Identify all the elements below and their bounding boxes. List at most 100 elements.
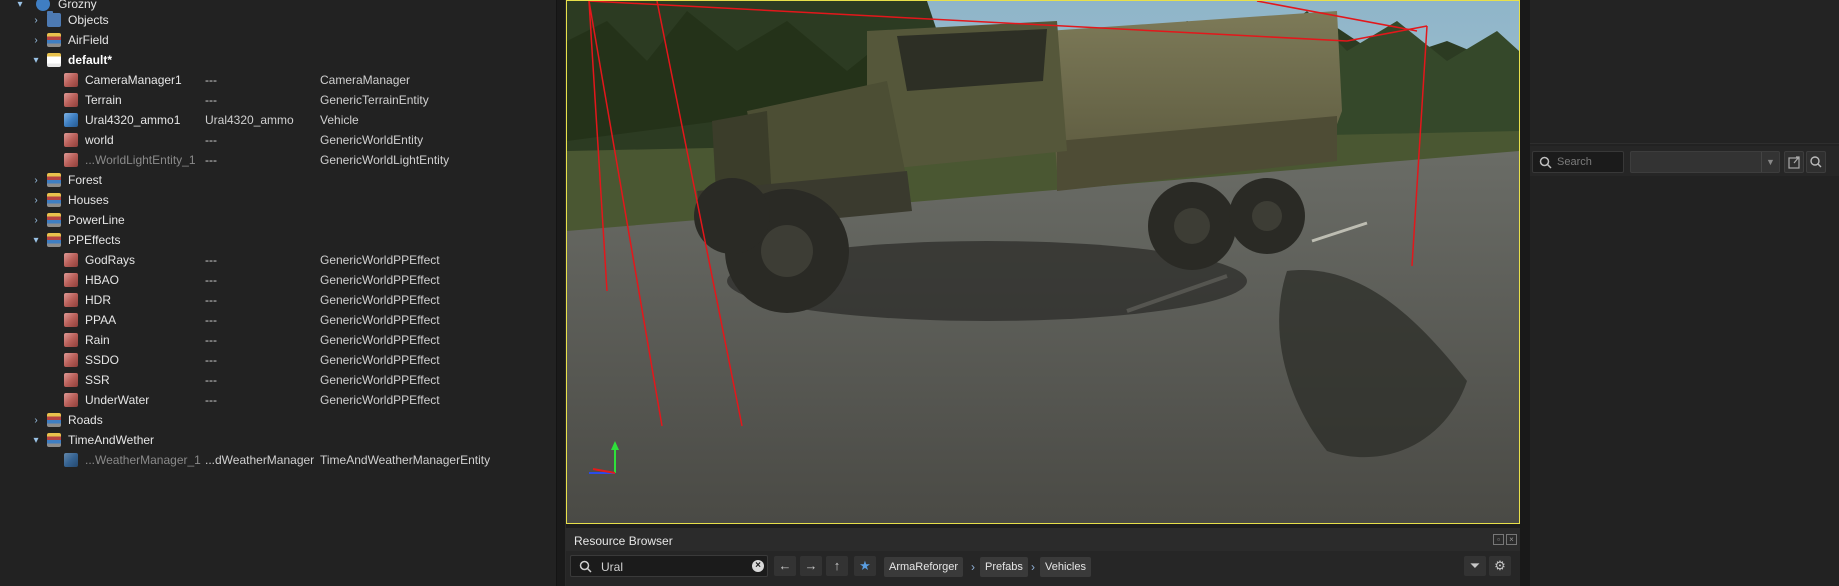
breadcrumb-item[interactable]: ArmaReforger <box>884 557 964 577</box>
entity-prefab: --- <box>205 253 217 267</box>
viewport-render <box>567 1 1519 523</box>
panel-splitter[interactable] <box>1520 0 1530 586</box>
chevron-down-icon[interactable]: ▾ <box>30 234 42 246</box>
entity-prefab: --- <box>205 273 217 287</box>
tree-row-timeandwether[interactable]: ▾ TimeAndWether <box>0 430 556 450</box>
breadcrumb-item[interactable]: Vehicles <box>1040 557 1091 577</box>
resource-search-input[interactable]: Ural × <box>570 555 768 577</box>
chevron-right-icon[interactable]: › <box>30 214 42 226</box>
entity-name: UnderWater <box>85 393 150 407</box>
entity-icon <box>64 333 78 347</box>
chevron-right-icon: › <box>971 560 975 574</box>
tree-row-objects[interactable]: › Objects <box>0 10 556 30</box>
up-arrow-icon[interactable]: ↑ <box>826 556 848 576</box>
tree-row-entity[interactable]: ...WorldLightEntity_1 --- GenericWorldLi… <box>0 150 556 170</box>
scene-viewport[interactable] <box>566 0 1520 524</box>
entity-name: CameraManager1 <box>85 73 182 87</box>
search-icon <box>579 560 592 573</box>
tree-row-entity[interactable]: ...WeatherManager_1 ...dWeatherManager T… <box>0 450 556 470</box>
undock-icon[interactable]: ▫ <box>1493 534 1504 545</box>
entity-name: ...WeatherManager_1 <box>85 453 201 467</box>
entity-name: ...WorldLightEntity_1 <box>85 153 196 167</box>
tree-row-label: AirField <box>68 33 109 47</box>
folder-icon <box>47 11 61 27</box>
gear-icon[interactable]: ⚙ <box>1489 556 1511 576</box>
tree-row-entity[interactable]: HDR --- GenericWorldPPEffect <box>0 290 556 310</box>
entity-prefab: --- <box>205 393 217 407</box>
tree-row-entity[interactable]: GodRays --- GenericWorldPPEffect <box>0 250 556 270</box>
search-placeholder: Search <box>1557 156 1592 168</box>
chevron-right-icon[interactable]: › <box>30 174 42 186</box>
entity-prefab: --- <box>205 73 217 87</box>
close-icon[interactable]: × <box>1506 534 1517 545</box>
tree-row-default[interactable]: ▾ default* <box>0 50 556 70</box>
properties-filter-select[interactable]: ▼ <box>1630 151 1780 173</box>
tree-row-ppeffects[interactable]: ▾ PPEffects <box>0 230 556 250</box>
chevron-down-icon[interactable]: ▾ <box>30 434 42 446</box>
entity-prefab: --- <box>205 333 217 347</box>
tree-row-forest[interactable]: › Forest <box>0 170 556 190</box>
chevron-right-icon[interactable]: › <box>30 414 42 426</box>
entity-class: GenericTerrainEntity <box>320 93 429 107</box>
properties-search-input[interactable]: Search <box>1532 151 1624 173</box>
entity-name: HBAO <box>85 273 120 287</box>
active-layer-icon <box>47 53 61 67</box>
entity-class: GenericWorldPPEffect <box>320 253 440 267</box>
tree-row-label: Objects <box>68 13 109 27</box>
tree-row-entity[interactable]: UnderWater --- GenericWorldPPEffect <box>0 390 556 410</box>
entity-class: GenericWorldEntity <box>320 133 424 147</box>
panel-splitter[interactable] <box>556 0 566 586</box>
layer-icon <box>47 213 61 227</box>
tree-row-entity[interactable]: Terrain --- GenericTerrainEntity <box>0 90 556 110</box>
tree-row-powerline[interactable]: › PowerLine <box>0 210 556 230</box>
properties-panel: Search ▼ <box>1530 0 1839 586</box>
tree-row-label: Roads <box>68 413 103 427</box>
hierarchy-panel: ▾ Grozny › Objects › AirField ▾ default*… <box>0 0 556 586</box>
filter-icon[interactable]: ⏷ <box>1464 556 1486 576</box>
tree-row-entity[interactable]: PPAA --- GenericWorldPPEffect <box>0 310 556 330</box>
entity-class: GenericWorldLightEntity <box>320 153 450 167</box>
back-arrow-icon[interactable]: ← <box>774 556 796 576</box>
entity-class: GenericWorldPPEffect <box>320 293 440 307</box>
tree-row-entity[interactable]: Ural4320_ammo1 Ural4320_ammo Vehicle <box>0 110 556 130</box>
tree-row-roads[interactable]: › Roads <box>0 410 556 430</box>
entity-prefab: --- <box>205 133 217 147</box>
entity-prefab: Ural4320_ammo <box>205 113 294 127</box>
tree-row-entity[interactable]: SSDO --- GenericWorldPPEffect <box>0 350 556 370</box>
tree-row-entity[interactable]: HBAO --- GenericWorldPPEffect <box>0 270 556 290</box>
chevron-down-icon[interactable]: ▾ <box>30 54 42 66</box>
chevron-right-icon[interactable]: › <box>30 14 42 26</box>
entity-icon <box>64 253 78 267</box>
properties-toolbar: Search ▼ <box>1530 146 1839 176</box>
layer-icon <box>47 413 61 427</box>
breadcrumb-item[interactable]: Prefabs <box>980 557 1028 577</box>
external-link-glyph <box>1788 156 1800 169</box>
chevron-right-icon[interactable]: › <box>30 34 42 46</box>
chevron-down-icon: ▼ <box>1761 152 1779 172</box>
panel-title: Resource Browser <box>574 534 673 548</box>
entity-prefab: --- <box>205 293 217 307</box>
chevron-right-icon[interactable]: › <box>30 194 42 206</box>
forward-arrow-icon[interactable]: → <box>800 556 822 576</box>
chevron-down-icon[interactable]: ▾ <box>14 0 26 10</box>
tree-row-entity[interactable]: Rain --- GenericWorldPPEffect <box>0 330 556 350</box>
entity-icon <box>64 153 78 167</box>
clear-search-icon[interactable]: × <box>752 560 764 572</box>
tree-row-airfield[interactable]: › AirField <box>0 30 556 50</box>
favorite-star-icon[interactable]: ★ <box>854 556 876 576</box>
tree-row-entity[interactable]: world --- GenericWorldEntity <box>0 130 556 150</box>
open-external-icon[interactable] <box>1784 151 1804 173</box>
zoom-search-icon[interactable] <box>1806 151 1826 173</box>
layer-icon <box>47 233 61 247</box>
tree-row-label: PowerLine <box>68 213 125 227</box>
tree-row-label: TimeAndWether <box>68 433 155 447</box>
entity-prefab: --- <box>205 373 217 387</box>
entity-class: GenericWorldPPEffect <box>320 373 440 387</box>
entity-class: GenericWorldPPEffect <box>320 393 440 407</box>
tree-row-entity[interactable]: CameraManager1 --- CameraManager <box>0 70 556 90</box>
tree-row-entity[interactable]: SSR --- GenericWorldPPEffect <box>0 370 556 390</box>
tree-row-houses[interactable]: › Houses <box>0 190 556 210</box>
panel-header-area <box>1530 0 1839 144</box>
chevron-right-icon: › <box>1031 560 1035 574</box>
entity-class: GenericWorldPPEffect <box>320 313 440 327</box>
